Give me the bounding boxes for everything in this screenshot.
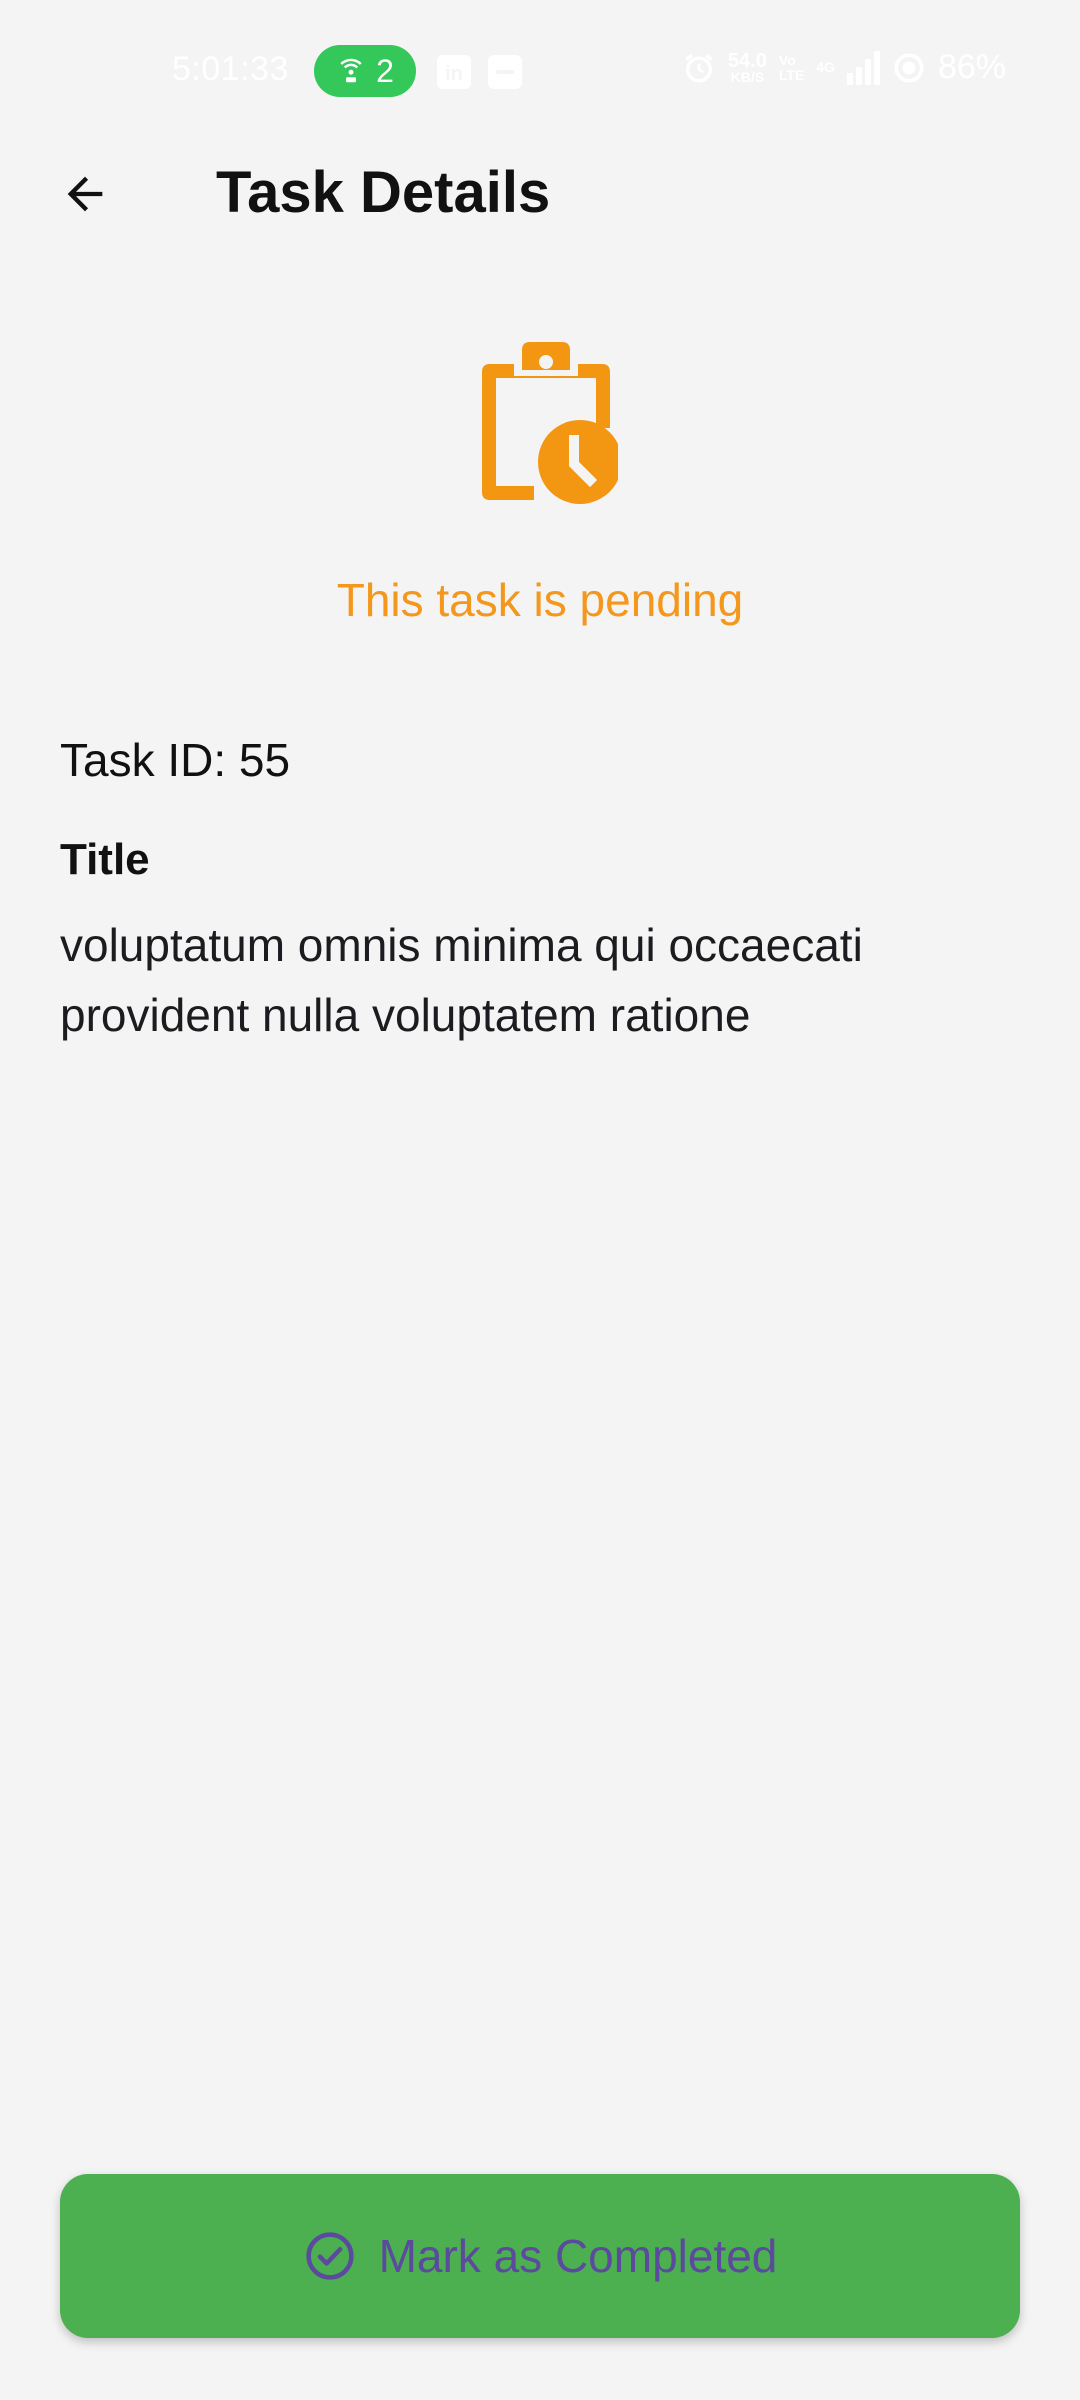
volte-top: Vo bbox=[778, 51, 796, 68]
status-time: 5:01:33 bbox=[172, 50, 289, 88]
volte-bottom: LTE bbox=[778, 66, 805, 83]
net-speed: 54.0 KB/S bbox=[727, 49, 767, 85]
signal-icon bbox=[846, 50, 880, 85]
message-icon bbox=[488, 55, 522, 89]
status-message: This task is pending bbox=[336, 574, 744, 626]
status-bar: 5:01:33 2 in 54.0 KB/S Vo LTE 4G 86% bbox=[0, 0, 1080, 140]
hotspot-count: 2 bbox=[376, 52, 394, 89]
pending-clipboard-clock-icon bbox=[474, 340, 622, 508]
back-button[interactable] bbox=[40, 154, 130, 234]
app-bar: Task Details bbox=[0, 140, 1080, 246]
check-circle-icon bbox=[305, 2232, 354, 2280]
task-details-screen: 5:01:33 2 in 54.0 KB/S Vo LTE 4G 86% Tas… bbox=[0, 0, 1080, 2400]
status-right-group: 54.0 KB/S Vo LTE 4G 86% bbox=[682, 48, 1006, 87]
network-gen: 4G bbox=[816, 60, 835, 75]
title-label: Title bbox=[60, 835, 150, 884]
mark-completed-label: Mark as Completed bbox=[378, 2230, 778, 2282]
battery-icon bbox=[894, 52, 924, 83]
alarm-icon bbox=[685, 53, 713, 82]
mark-completed-button[interactable]: Mark as Completed bbox=[60, 2174, 1020, 2338]
linkedin-icon: in bbox=[437, 55, 471, 89]
hotspot-icon bbox=[340, 58, 362, 83]
battery-percent: 86% bbox=[937, 48, 1006, 86]
hotspot-badge: 2 bbox=[314, 45, 416, 97]
volte-indicator: Vo LTE bbox=[778, 51, 805, 83]
page-title: Task Details bbox=[216, 160, 551, 225]
task-id: Task ID: 55 bbox=[60, 734, 291, 786]
title-value: voluptatum omnis minima qui occaecati pr… bbox=[60, 919, 863, 1041]
net-speed-unit: KB/S bbox=[730, 68, 765, 85]
svg-text:in: in bbox=[445, 63, 463, 85]
arrow-back-icon bbox=[67, 176, 103, 212]
network-gen-label: 4G bbox=[816, 59, 835, 75]
net-speed-value: 54.0 bbox=[727, 49, 767, 72]
